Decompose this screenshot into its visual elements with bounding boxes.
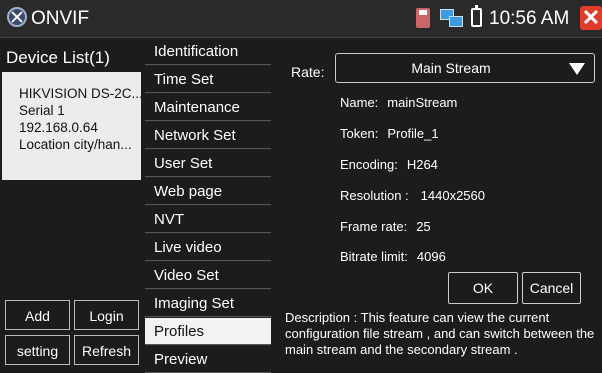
app-title: ONVIF [31,8,90,29]
menu-item-profiles[interactable]: Profiles [145,318,271,345]
framerate-label: Frame rate: [340,219,408,234]
cancel-button[interactable]: Cancel [522,272,581,304]
framerate-value: 25 [416,219,431,234]
settings-menu: Identification Time Set Maintenance Netw… [145,38,271,373]
resolution-value: 1440x2560 [420,188,485,203]
onvif-app-icon [7,7,27,27]
add-button[interactable]: Add [5,300,70,330]
token-field: Token: Profile_1 [340,126,439,141]
menu-item-identification[interactable]: Identification [145,38,271,65]
menu-item-time-set[interactable]: Time Set [145,66,271,93]
resolution-field: Resolution : 1440x2560 [340,188,485,203]
token-value: Profile_1 [387,126,439,141]
token-label: Token: [340,126,379,141]
menu-item-nvt[interactable]: NVT [145,206,271,233]
device-list-item[interactable]: HIKVISION DS-2C... Serial 1 192.168.0.64… [2,72,143,180]
bitrate-value: 4096 [416,249,446,264]
bitrate-label: Bitrate limit: [340,249,408,264]
bitrate-field: Bitrate limit: 4096 [340,249,446,264]
menu-item-preview[interactable]: Preview [145,346,271,373]
profiles-panel: Rate: Main Stream Name: mainStream Token:… [277,38,602,365]
name-field: Name: mainStream [340,95,457,110]
network-icon [440,9,463,27]
menu-item-imaging-set[interactable]: Imaging Set [145,290,271,317]
title-bar: ONVIF 10:56 AM ✕ [0,0,602,38]
device-location: Location city/han... [19,137,132,152]
dropdown-arrow-icon [569,63,585,75]
encoding-field: Encoding: H264 [340,157,438,172]
sd-card-icon [416,8,430,28]
menu-item-video-set[interactable]: Video Set [145,262,271,289]
setting-button[interactable]: setting [5,335,70,365]
description-text: Description : This feature can view the … [285,310,595,357]
menu-item-live-video[interactable]: Live video [145,234,271,261]
rate-selected-value: Main Stream [411,60,491,76]
resolution-label: Resolution : [340,188,409,203]
battery-icon [471,5,482,27]
ok-button[interactable]: OK [448,272,518,304]
encoding-value: H264 [406,157,438,172]
menu-item-network-set[interactable]: Network Set [145,122,271,149]
refresh-button[interactable]: Refresh [74,335,139,365]
close-x-icon: ✕ [581,5,601,30]
device-name: HIKVISION DS-2C... [19,86,143,101]
login-button[interactable]: Login [74,300,139,330]
rate-label: Rate: [291,64,325,80]
device-serial: Serial 1 [19,103,65,118]
close-button[interactable]: ✕ [580,6,602,30]
framerate-field: Frame rate: 25 [340,219,431,234]
device-list-panel: Device List(1) HIKVISION DS-2C... Serial… [0,38,143,365]
rate-dropdown[interactable]: Main Stream [335,53,595,83]
name-label: Name: [340,95,379,110]
menu-item-web-page[interactable]: Web page [145,178,271,205]
encoding-label: Encoding: [340,157,398,172]
clock: 10:56 AM [489,8,570,29]
menu-item-maintenance[interactable]: Maintenance [145,94,271,121]
name-value: mainStream [387,95,458,110]
device-list-title: Device List(1) [6,48,110,67]
menu-item-user-set[interactable]: User Set [145,150,271,177]
device-ip: 192.168.0.64 [19,120,98,135]
